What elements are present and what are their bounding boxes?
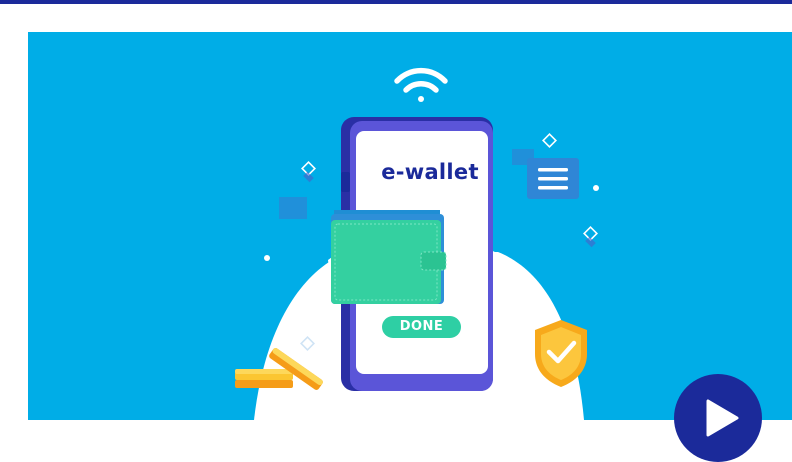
wallet-title: e-wallet bbox=[381, 160, 479, 184]
menu-list-icon bbox=[527, 158, 579, 199]
play-button[interactable] bbox=[674, 374, 762, 462]
dot bbox=[593, 185, 599, 191]
top-bar bbox=[0, 0, 792, 4]
play-icon bbox=[706, 399, 739, 437]
done-badge: DONE bbox=[382, 316, 461, 338]
floating-square bbox=[279, 197, 307, 219]
dot bbox=[264, 255, 270, 261]
wallet-icon bbox=[331, 210, 447, 304]
wifi-icon bbox=[394, 67, 448, 102]
video-thumbnail[interactable]: e-wallet DONE bbox=[28, 32, 792, 420]
e-wallet-illustration bbox=[235, 67, 599, 420]
